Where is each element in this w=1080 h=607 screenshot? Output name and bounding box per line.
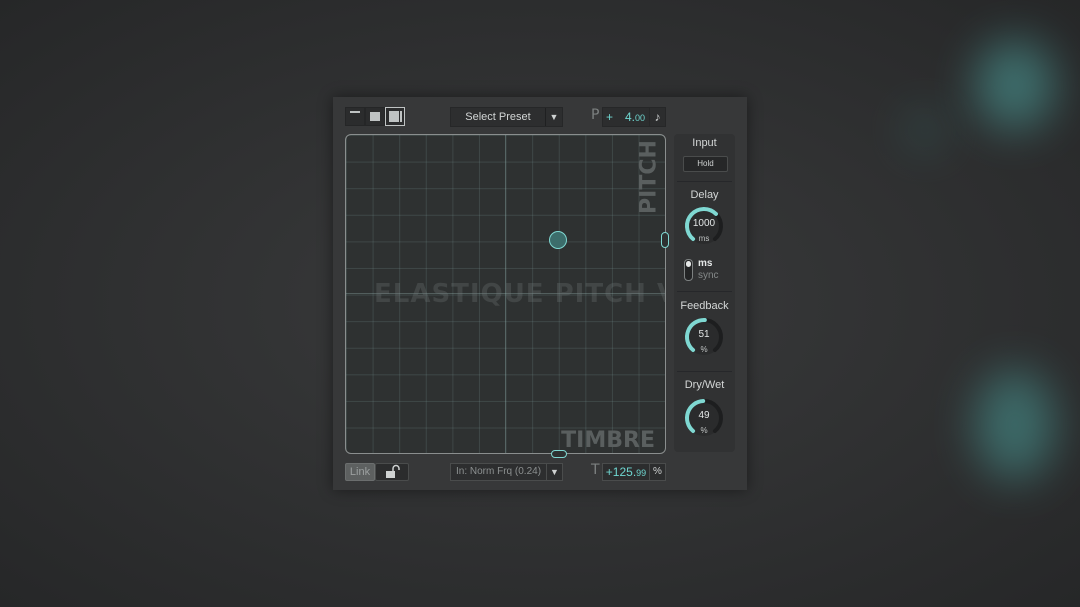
toggle-ms-label[interactable]: ms [698,258,712,269]
full-view-button[interactable] [385,107,405,126]
timbre-value-dec: 99 [636,468,647,478]
divider [677,371,732,372]
background-glow [975,40,1055,130]
drywet-title: Dry/Wet [684,379,725,391]
timbre-letter: T [591,462,600,478]
pitch-value-field[interactable]: + 4.00 [602,107,650,127]
background-glow [905,110,945,150]
toggle-sync-label[interactable]: sync [698,270,719,281]
drywet-unit: % [700,426,708,435]
feedback-unit: % [700,345,708,354]
delay-unit: ms [698,234,710,243]
divider [677,181,732,182]
pitch-value-int: 4. [624,110,635,124]
side-panel: Input Hold Delay 1000 ms ms sync Feedbac… [674,134,735,452]
mode-selector[interactable]: In: Norm Frq (0.24) ▼ [450,463,563,481]
feedback-title: Feedback [680,300,729,312]
feedback-value: 51 [698,329,710,340]
pitch-axis-label: PITCH [636,140,662,214]
background-glow [975,370,1055,480]
pitch-value-dec: 00 [634,113,645,123]
divider [677,291,732,292]
drywet-value: 49 [698,410,710,421]
pitch-letter: P [591,107,600,123]
pitch-axis-label-wrap: PITCH [636,140,662,214]
compact-view-icon [370,112,380,121]
mode-label: In: Norm Frq (0.24) [456,466,542,477]
delay-knob[interactable]: 1000 ms [682,204,726,248]
percent-button[interactable]: % [649,463,666,481]
xy-handle[interactable] [549,231,567,249]
elastique-pitch-plugin: Select Preset ▼ P + 4.00 ♪ ELASTIQUE PIT… [333,97,747,490]
preset-label: Select Preset [465,111,531,123]
delay-value: 1000 [692,218,716,229]
timbre-value-field[interactable]: +125.99 [602,463,650,481]
dropdown-arrow-icon[interactable]: ▼ [545,108,562,126]
lock-button[interactable] [375,463,409,481]
preset-selector[interactable]: Select Preset ▼ [450,107,563,127]
pitch-slider-handle[interactable] [661,232,669,248]
music-note-icon: ♪ [654,110,661,124]
pitch-sign: + [606,110,614,124]
timbre-value-int: +125. [605,465,637,479]
drywet-knob[interactable]: 49 % [682,396,726,440]
hold-button[interactable]: Hold [683,156,728,172]
ms-sync-toggle[interactable] [684,259,693,281]
timbre-axis-label: TIMBRE [561,428,655,453]
compact-view-button[interactable] [365,107,385,126]
note-mode-button[interactable]: ♪ [649,107,666,127]
feedback-knob[interactable]: 51 % [682,315,726,359]
delay-title: Delay [690,189,719,201]
dropdown-arrow-icon[interactable]: ▼ [546,464,562,480]
minimal-view-button[interactable] [345,107,365,126]
minimal-view-icon [350,111,360,113]
xy-pad[interactable]: ELASTIQUE PITCH V2 PITCH TIMBRE [345,134,666,454]
timbre-slider-handle[interactable] [551,450,567,458]
unlock-icon [386,464,400,478]
toggle-dot [686,261,691,267]
input-title: Input [692,137,717,149]
product-watermark: ELASTIQUE PITCH V2 [374,279,666,309]
pitch-value: 4.00 [625,108,645,127]
full-view-icon [389,111,399,122]
link-button[interactable]: Link [345,463,375,481]
